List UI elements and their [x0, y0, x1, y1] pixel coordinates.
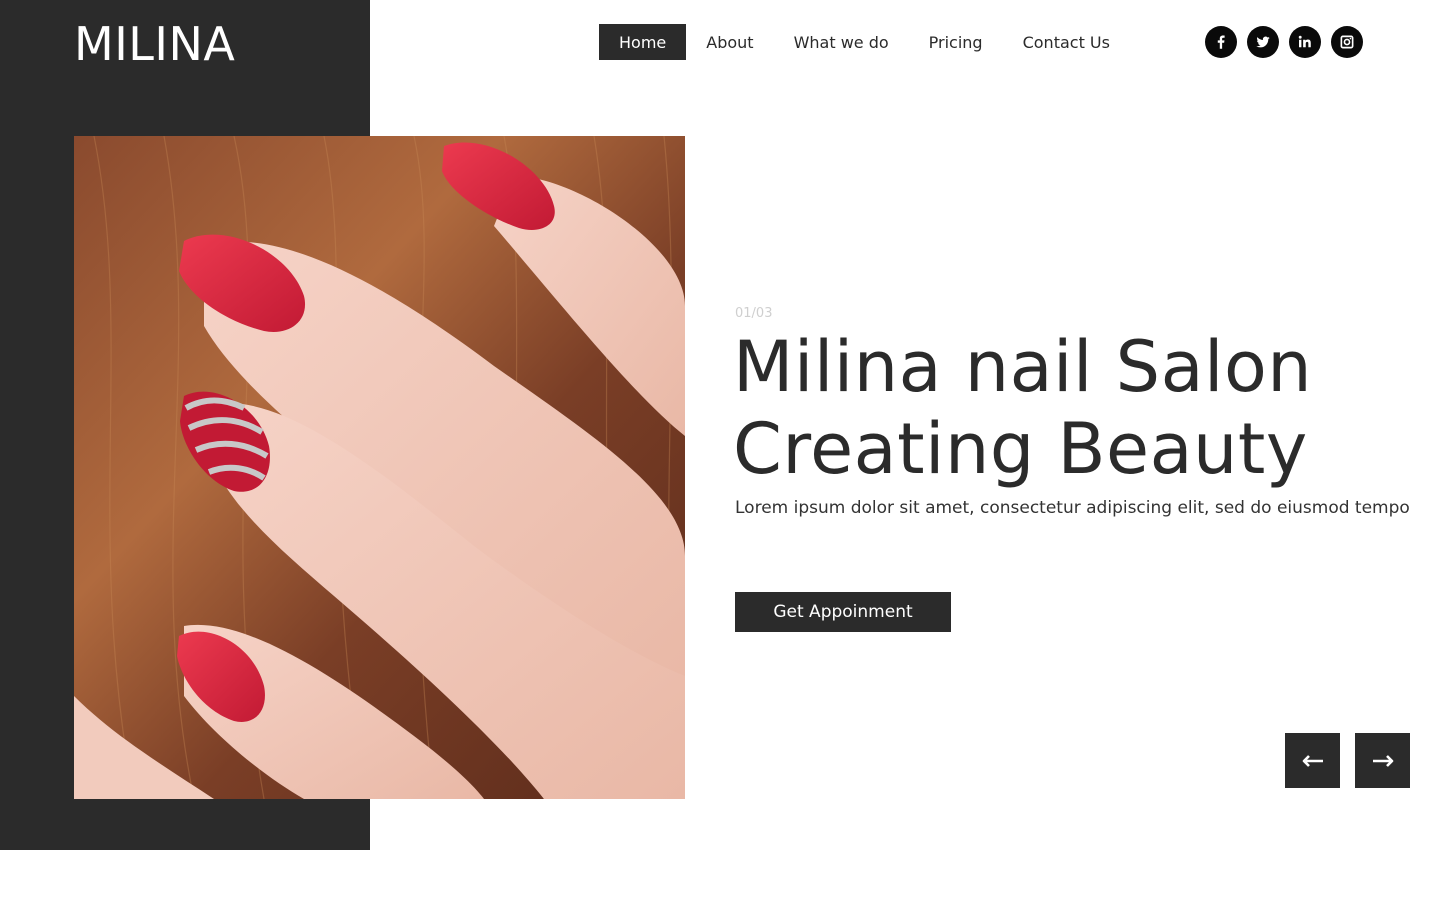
- hero-headline-line1: Milina nail Salon: [733, 326, 1313, 408]
- nav-item-contact-us[interactable]: Contact Us: [1023, 24, 1110, 60]
- get-appointment-button[interactable]: Get Appoinment: [735, 592, 951, 632]
- instagram-icon[interactable]: [1331, 26, 1363, 58]
- slider-next-button[interactable]: [1355, 733, 1410, 788]
- slide-counter: 01/03: [735, 306, 773, 321]
- hero-subtitle: Lorem ipsum dolor sit amet, consectetur …: [735, 498, 1410, 518]
- nav-item-home[interactable]: Home: [599, 24, 687, 60]
- arrow-left-icon: [1302, 754, 1323, 767]
- main-navigation: Home About What we do Pricing Contact Us: [599, 24, 1130, 60]
- nav-item-about[interactable]: About: [706, 24, 753, 60]
- social-links: [1205, 26, 1363, 58]
- facebook-icon[interactable]: [1205, 26, 1237, 58]
- nav-item-what-we-do[interactable]: What we do: [794, 24, 889, 60]
- twitter-icon[interactable]: [1247, 26, 1279, 58]
- hero-headline: Milina nail Salon Creating Beauty: [733, 326, 1413, 490]
- linkedin-icon[interactable]: [1289, 26, 1321, 58]
- hero-headline-line2: Creating Beauty: [733, 408, 1308, 490]
- hero-nail-photo: [74, 136, 685, 799]
- nav-item-pricing[interactable]: Pricing: [929, 24, 983, 60]
- slider-prev-button[interactable]: [1285, 733, 1340, 788]
- arrow-right-icon: [1372, 754, 1393, 767]
- brand-logo[interactable]: MILINA: [74, 16, 235, 72]
